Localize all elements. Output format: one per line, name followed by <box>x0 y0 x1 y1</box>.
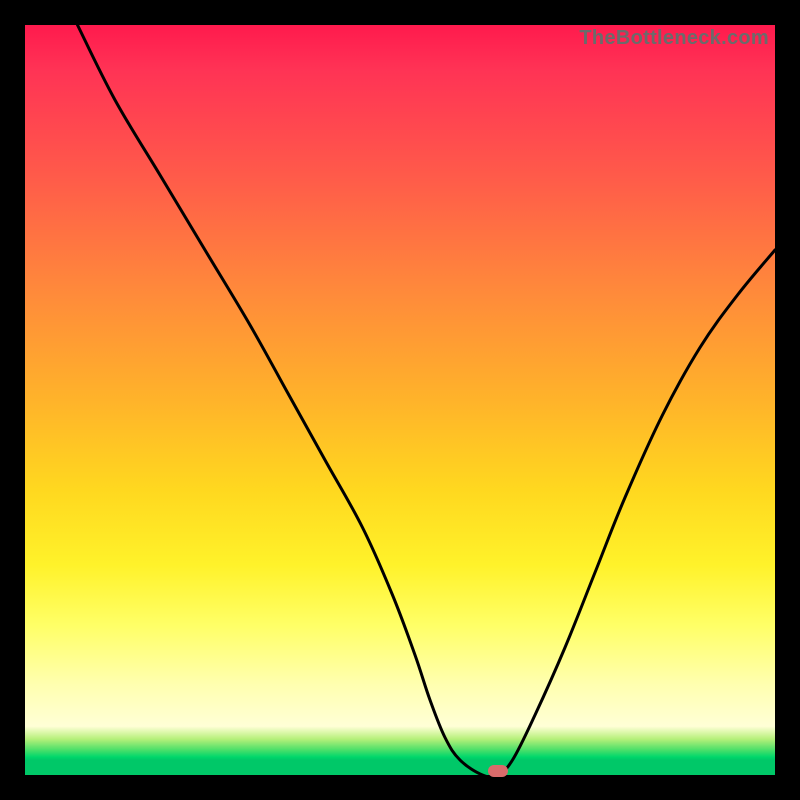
curve-path <box>78 25 776 777</box>
minimum-marker <box>488 765 508 777</box>
plot-area: TheBottleneck.com <box>25 25 775 775</box>
line-series <box>25 25 775 775</box>
chart-frame: TheBottleneck.com <box>0 0 800 800</box>
